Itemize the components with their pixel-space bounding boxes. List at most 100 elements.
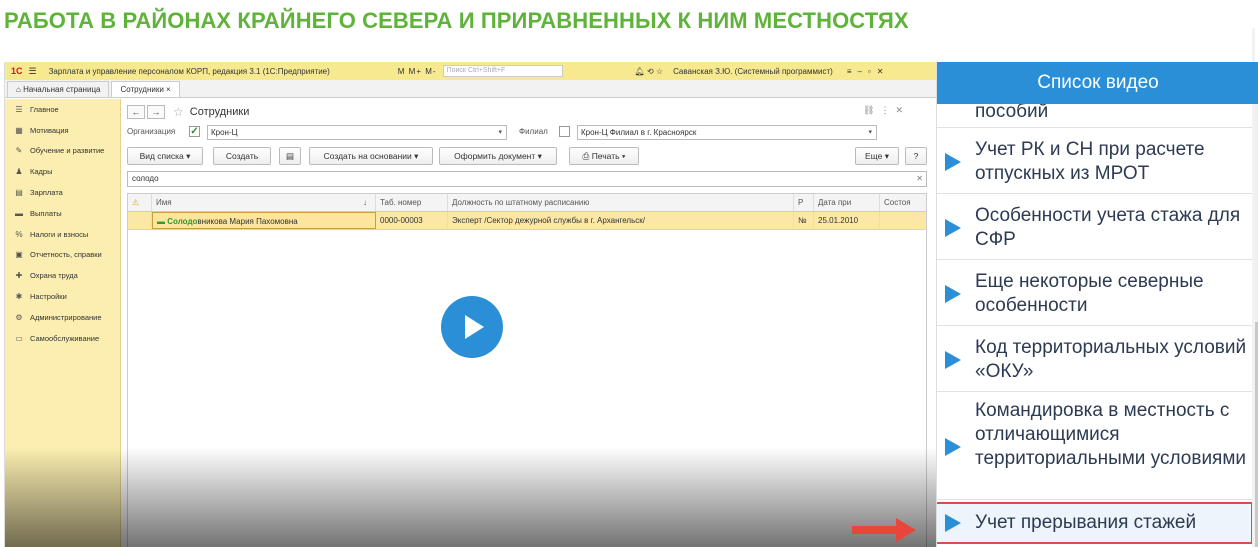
more-vert-icon[interactable]: ⋮: [880, 105, 895, 115]
shield-icon: ✚: [15, 271, 23, 281]
org-select[interactable]: Крон-Ц ▾: [207, 125, 507, 140]
sidebar-item-hr[interactable]: ♟ Кадры: [5, 161, 120, 182]
form-toolbar: Вид списка ▾ Создать ▤ Создать на основа…: [127, 147, 927, 165]
play-icon: [465, 315, 484, 339]
chevron-down-icon: ▾: [498, 129, 502, 136]
wallet-icon: ▬: [15, 208, 23, 218]
tab-employees[interactable]: Сотрудники ×: [111, 81, 180, 97]
video-bottom-gradient: [5, 447, 936, 547]
sidebar-item-salary[interactable]: ▤ Зарплата: [5, 182, 120, 203]
red-arrow-icon: [852, 518, 916, 542]
app-title: Зарплата и управление персоналом КОРП, р…: [48, 66, 330, 76]
employee-icon: ▬: [157, 217, 168, 226]
sidebar-item-motivation[interactable]: ▦ Мотивация: [5, 120, 120, 141]
cell-position: Эксперт /Сектор дежурной службы в г. Арх…: [448, 212, 794, 229]
cell-date: 25.01.2010: [814, 212, 880, 229]
sidebar-item-selfservice[interactable]: ▭ Самообслуживание: [5, 328, 120, 349]
form-header: ← → ☆ Сотрудники ⛓⋮✕: [127, 103, 927, 121]
cell-r: №: [794, 212, 814, 229]
video-item-active[interactable]: Учет прерывания стажей: [937, 502, 1253, 544]
play-button[interactable]: [441, 296, 503, 358]
printer-icon: ⎙: [582, 151, 592, 161]
sidebar-item-payments[interactable]: ▬ Выплаты: [5, 203, 120, 224]
print-button[interactable]: ⎙ Печать ▾: [569, 147, 639, 165]
back-button[interactable]: ←: [127, 105, 145, 119]
bell-icon[interactable]: 🔔︎: [635, 67, 645, 76]
history-icon[interactable]: ⟲: [647, 67, 654, 76]
card-icon: ▭: [15, 333, 23, 343]
table-header: ⚠ Имя ↓ Таб. номер Должность по штатному …: [128, 194, 926, 212]
menu-icon[interactable]: ☰: [29, 66, 37, 77]
toolbar-icons[interactable]: 🔔︎ ⟲ ☆: [635, 67, 664, 76]
sidebar-item-reports[interactable]: ▣ Отчетность, справки: [5, 245, 120, 266]
global-search-input[interactable]: Поиск Ctrl+Shift+F: [442, 65, 563, 77]
clear-icon[interactable]: ✕: [916, 172, 923, 186]
list-search-input[interactable]: солодо ✕: [127, 171, 927, 187]
people-icon: ♟: [15, 167, 23, 177]
tab-home[interactable]: ⌂ Начальная страница: [7, 81, 110, 97]
video-list-header: Список видео: [937, 62, 1258, 104]
play-triangle-icon: [945, 351, 961, 369]
tabs-bar: ⌂ Начальная страница Сотрудники ×: [5, 80, 936, 98]
table-row[interactable]: ▬ Солодовникова Мария Пахомовна 0000-000…: [128, 212, 926, 230]
video-item[interactable]: Командировка в местность с отличающимися…: [937, 394, 1253, 500]
cell-name: ▬ Солодовникова Мария Пахомовна: [152, 212, 376, 229]
video-item[interactable]: Особенности учета стажа для СФР: [937, 196, 1253, 260]
video-item[interactable]: Еще некоторые северные особенности: [937, 262, 1253, 326]
sidebar-item-training[interactable]: ✎ Обучение и развитие: [5, 141, 120, 162]
play-triangle-icon: [945, 153, 961, 171]
report-icon: ▣: [15, 250, 23, 260]
app-title-bar: 1С ☰ Зарплата и управление персоналом КО…: [5, 62, 936, 80]
graduation-icon: ✎: [15, 146, 23, 156]
create-based-button[interactable]: Создать на основании ▾: [309, 147, 433, 165]
sidebar-item-safety[interactable]: ✚ Охрана труда: [5, 265, 120, 286]
cell-state: [880, 212, 926, 229]
document-icon[interactable]: ▤: [279, 147, 301, 165]
right-frame-border: [1252, 28, 1255, 547]
sidebar-item-taxes[interactable]: % Налоги и взносы: [5, 224, 120, 245]
help-button[interactable]: ?: [905, 147, 927, 165]
forward-button[interactable]: →: [147, 105, 165, 119]
list-icon: ☰: [15, 104, 23, 114]
org-checkbox[interactable]: ✓: [189, 125, 200, 140]
video-player[interactable]: 1С ☰ Зарплата и управление персоналом КО…: [4, 62, 936, 547]
col-position[interactable]: Должность по штатному расписанию: [448, 194, 794, 211]
filter-row: Организация ✓ Крон-Ц ▾ Филиал Крон-Ц Фили…: [127, 125, 927, 141]
favorite-star-icon[interactable]: ☆: [173, 105, 184, 119]
calculator-icon: ▤: [15, 188, 23, 198]
home-icon: ⌂: [16, 85, 24, 94]
org-label: Организация: [127, 127, 176, 136]
video-item[interactable]: Код территориальных условий «ОКУ»: [937, 328, 1253, 392]
form-header-icons[interactable]: ⛓⋮✕: [863, 105, 909, 116]
view-list-button[interactable]: Вид списка ▾: [127, 147, 203, 165]
memory-buttons[interactable]: M M+ M-: [398, 67, 437, 76]
col-tab-number[interactable]: Таб. номер: [376, 194, 448, 211]
col-name[interactable]: Имя ↓: [152, 194, 376, 211]
video-item[interactable]: Учет РК и СН при расчете отпускных из МР…: [937, 130, 1253, 194]
cell-tab-number: 0000-00003: [376, 212, 448, 229]
warning-col-icon: ⚠: [128, 194, 152, 211]
col-state[interactable]: Состоя: [880, 194, 926, 211]
wrench-icon: ✱: [15, 292, 23, 302]
star-icon[interactable]: ☆: [656, 67, 663, 76]
link-icon[interactable]: ⛓: [863, 105, 880, 115]
sidebar-item-admin[interactable]: ⚙ Администрирование: [5, 307, 120, 328]
col-r[interactable]: Р: [794, 194, 814, 211]
sort-down-icon: ↓: [363, 198, 367, 207]
sidebar-item-main[interactable]: ☰ Главное: [5, 99, 120, 120]
1c-logo: 1С: [11, 66, 23, 76]
branch-checkbox[interactable]: [559, 125, 570, 140]
window-controls[interactable]: ≡–▫✕: [847, 67, 890, 76]
form-title: Сотрудники: [189, 106, 250, 118]
sidebar-item-settings[interactable]: ✱ Настройки: [5, 286, 120, 307]
play-triangle-icon: [945, 514, 961, 532]
percent-icon: %: [15, 229, 23, 239]
col-date[interactable]: Дата при: [814, 194, 880, 211]
video-item[interactable]: пособий: [937, 101, 1253, 128]
issue-document-button[interactable]: Оформить документ ▾: [439, 147, 557, 165]
grid-icon: ▦: [15, 125, 23, 135]
create-button[interactable]: Создать: [213, 147, 271, 165]
close-icon[interactable]: ✕: [895, 105, 909, 115]
more-button[interactable]: Еще ▾: [855, 147, 899, 165]
branch-select[interactable]: Крон-Ц Филиал в г. Красноярск ▾: [577, 125, 877, 140]
